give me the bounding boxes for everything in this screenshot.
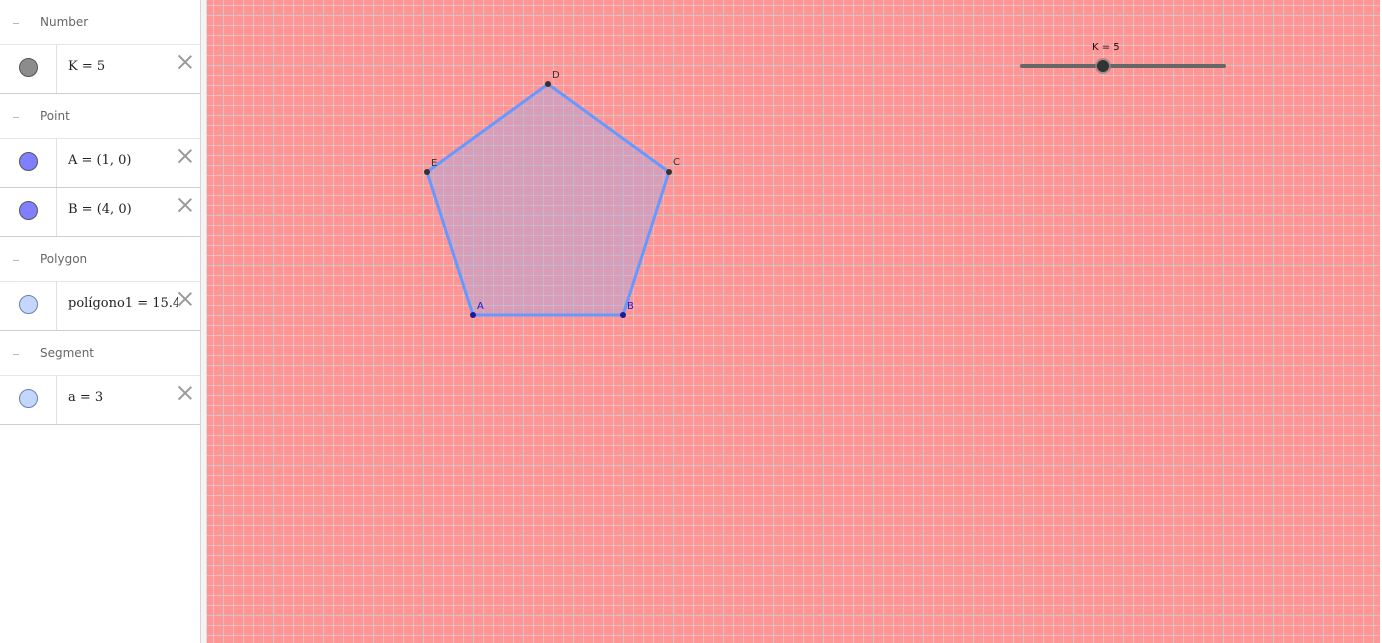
visibility-marble-icon[interactable]	[19, 295, 38, 314]
group-title: Point	[40, 109, 70, 123]
group-header-segment[interactable]: Segment	[0, 331, 200, 376]
group-title: Segment	[40, 346, 94, 360]
algebra-expression[interactable]: polígono1 = 15.48	[68, 296, 178, 311]
marble-cell	[0, 282, 57, 330]
close-icon[interactable]	[176, 290, 194, 308]
label-e: E	[431, 158, 437, 169]
group-title: Number	[40, 15, 89, 29]
collapse-icon[interactable]	[10, 348, 22, 360]
close-icon[interactable]	[176, 196, 194, 214]
marble-cell	[0, 376, 57, 424]
point-b[interactable]	[620, 312, 626, 318]
algebra-view: Number K = 5 Point A = (1, 0) B = (4, 0)…	[0, 0, 201, 643]
visibility-marble-icon[interactable]	[19, 58, 38, 77]
visibility-marble-icon[interactable]	[19, 201, 38, 220]
visibility-marble-icon[interactable]	[19, 389, 38, 408]
algebra-expression[interactable]: a = 3	[68, 390, 178, 405]
polygon-1[interactable]	[425, 82, 671, 317]
algebra-item-a[interactable]: A = (1, 0)	[0, 139, 200, 188]
slider-label: K = 5	[1092, 42, 1120, 53]
point-e[interactable]	[424, 169, 430, 175]
label-d: D	[552, 70, 560, 81]
marble-cell	[0, 139, 57, 187]
point-c[interactable]	[666, 169, 672, 175]
group-title: Polygon	[40, 252, 88, 266]
algebra-expression[interactable]: A = (1, 0)	[68, 153, 178, 168]
group-header-point[interactable]: Point	[0, 94, 200, 139]
label-b: B	[627, 301, 634, 312]
collapse-icon[interactable]	[10, 254, 22, 266]
algebra-expression[interactable]: K = 5	[68, 59, 178, 74]
algebra-item-segment-a[interactable]: a = 3	[0, 376, 200, 425]
slider-knob[interactable]	[1097, 60, 1109, 72]
point-d[interactable]	[545, 81, 551, 87]
marble-cell	[0, 188, 57, 236]
collapse-icon[interactable]	[10, 17, 22, 29]
collapse-icon[interactable]	[10, 111, 22, 123]
algebra-item-k[interactable]: K = 5	[0, 45, 200, 94]
algebra-expression[interactable]: B = (4, 0)	[68, 202, 178, 217]
graphics-canvas[interactable]: A B C D E K = 5	[207, 0, 1380, 643]
group-header-polygon[interactable]: Polygon	[0, 237, 200, 282]
marble-cell	[0, 45, 57, 93]
close-icon[interactable]	[176, 53, 194, 71]
label-a: A	[477, 301, 484, 312]
algebra-item-polygon1[interactable]: polígono1 = 15.48	[0, 282, 200, 331]
point-a[interactable]	[470, 312, 476, 318]
close-icon[interactable]	[176, 147, 194, 165]
algebra-item-b[interactable]: B = (4, 0)	[0, 188, 200, 237]
visibility-marble-icon[interactable]	[19, 152, 38, 171]
slider-k[interactable]: K = 5	[1020, 42, 1226, 74]
close-icon[interactable]	[176, 384, 194, 402]
label-c: C	[673, 157, 680, 168]
group-header-number[interactable]: Number	[0, 0, 200, 45]
graphics-view[interactable]: A B C D E K = 5	[207, 0, 1380, 643]
